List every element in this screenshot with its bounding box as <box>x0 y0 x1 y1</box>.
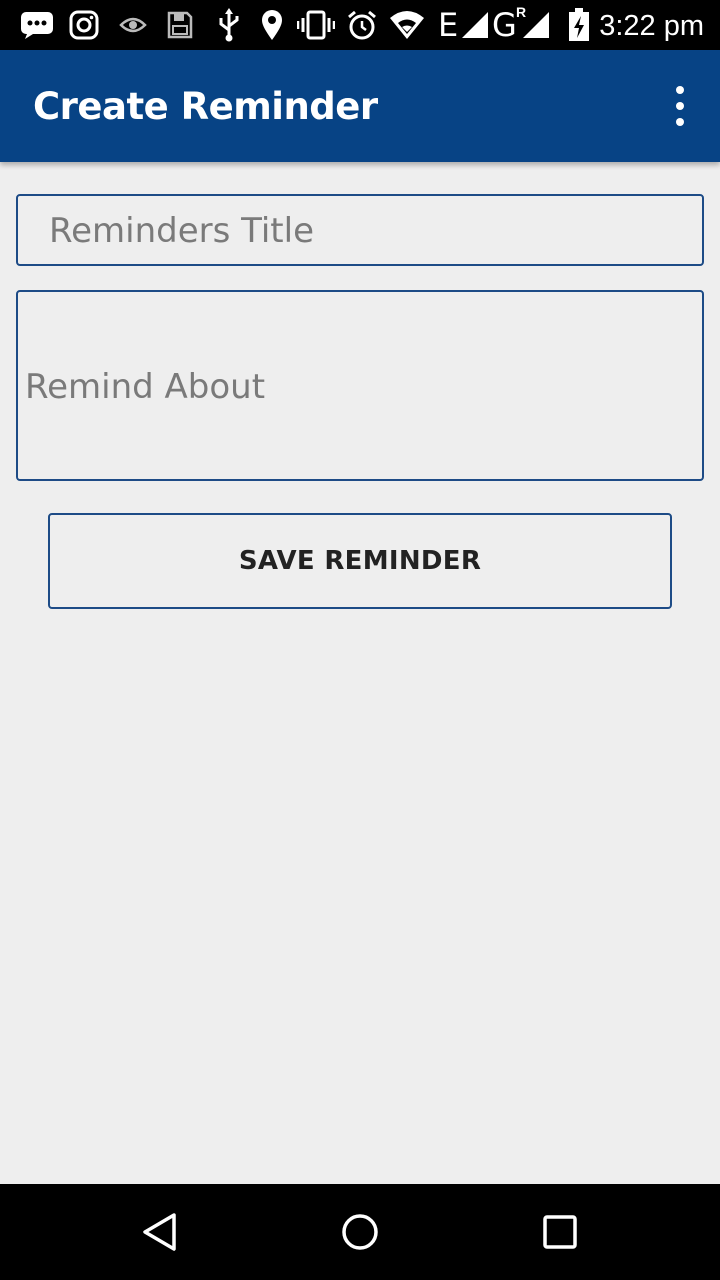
message-icon <box>21 12 53 39</box>
app-bar: Create Reminder <box>0 50 720 162</box>
status-time: 3:22 pm <box>599 10 704 42</box>
menu-dot <box>676 102 684 110</box>
reminder-title-input[interactable]: Reminders Title <box>16 194 704 266</box>
menu-dot <box>676 118 684 126</box>
signal-icon <box>523 12 549 38</box>
signal-icon <box>462 12 488 38</box>
network-type-2: G <box>492 6 517 44</box>
wifi-icon <box>390 11 424 39</box>
back-icon[interactable] <box>140 1212 180 1252</box>
page-title: Create Reminder <box>33 85 378 128</box>
location-icon <box>262 10 282 40</box>
navigation-bar <box>0 1184 720 1280</box>
save-reminder-label: SAVE REMINDER <box>238 546 482 576</box>
vibrate-icon <box>297 10 335 40</box>
network-type-1: E <box>438 6 459 44</box>
home-icon[interactable] <box>340 1212 380 1252</box>
recents-icon[interactable] <box>540 1212 580 1252</box>
remind-about-input[interactable]: Remind About <box>16 290 704 481</box>
remind-about-placeholder: Remind About <box>25 367 266 407</box>
more-vert-icon[interactable] <box>668 86 692 126</box>
save-reminder-button[interactable]: SAVE REMINDER <box>48 513 672 609</box>
eye-icon <box>119 17 147 33</box>
instagram-icon <box>69 10 99 40</box>
usb-icon <box>219 8 239 42</box>
menu-dot <box>676 86 684 94</box>
reminder-title-placeholder: Reminders Title <box>49 211 314 251</box>
status-bar: E G R 3:22 pm <box>0 0 720 50</box>
battery-charging-icon <box>569 8 589 41</box>
alarm-icon <box>348 10 376 40</box>
save-icon <box>167 11 193 39</box>
